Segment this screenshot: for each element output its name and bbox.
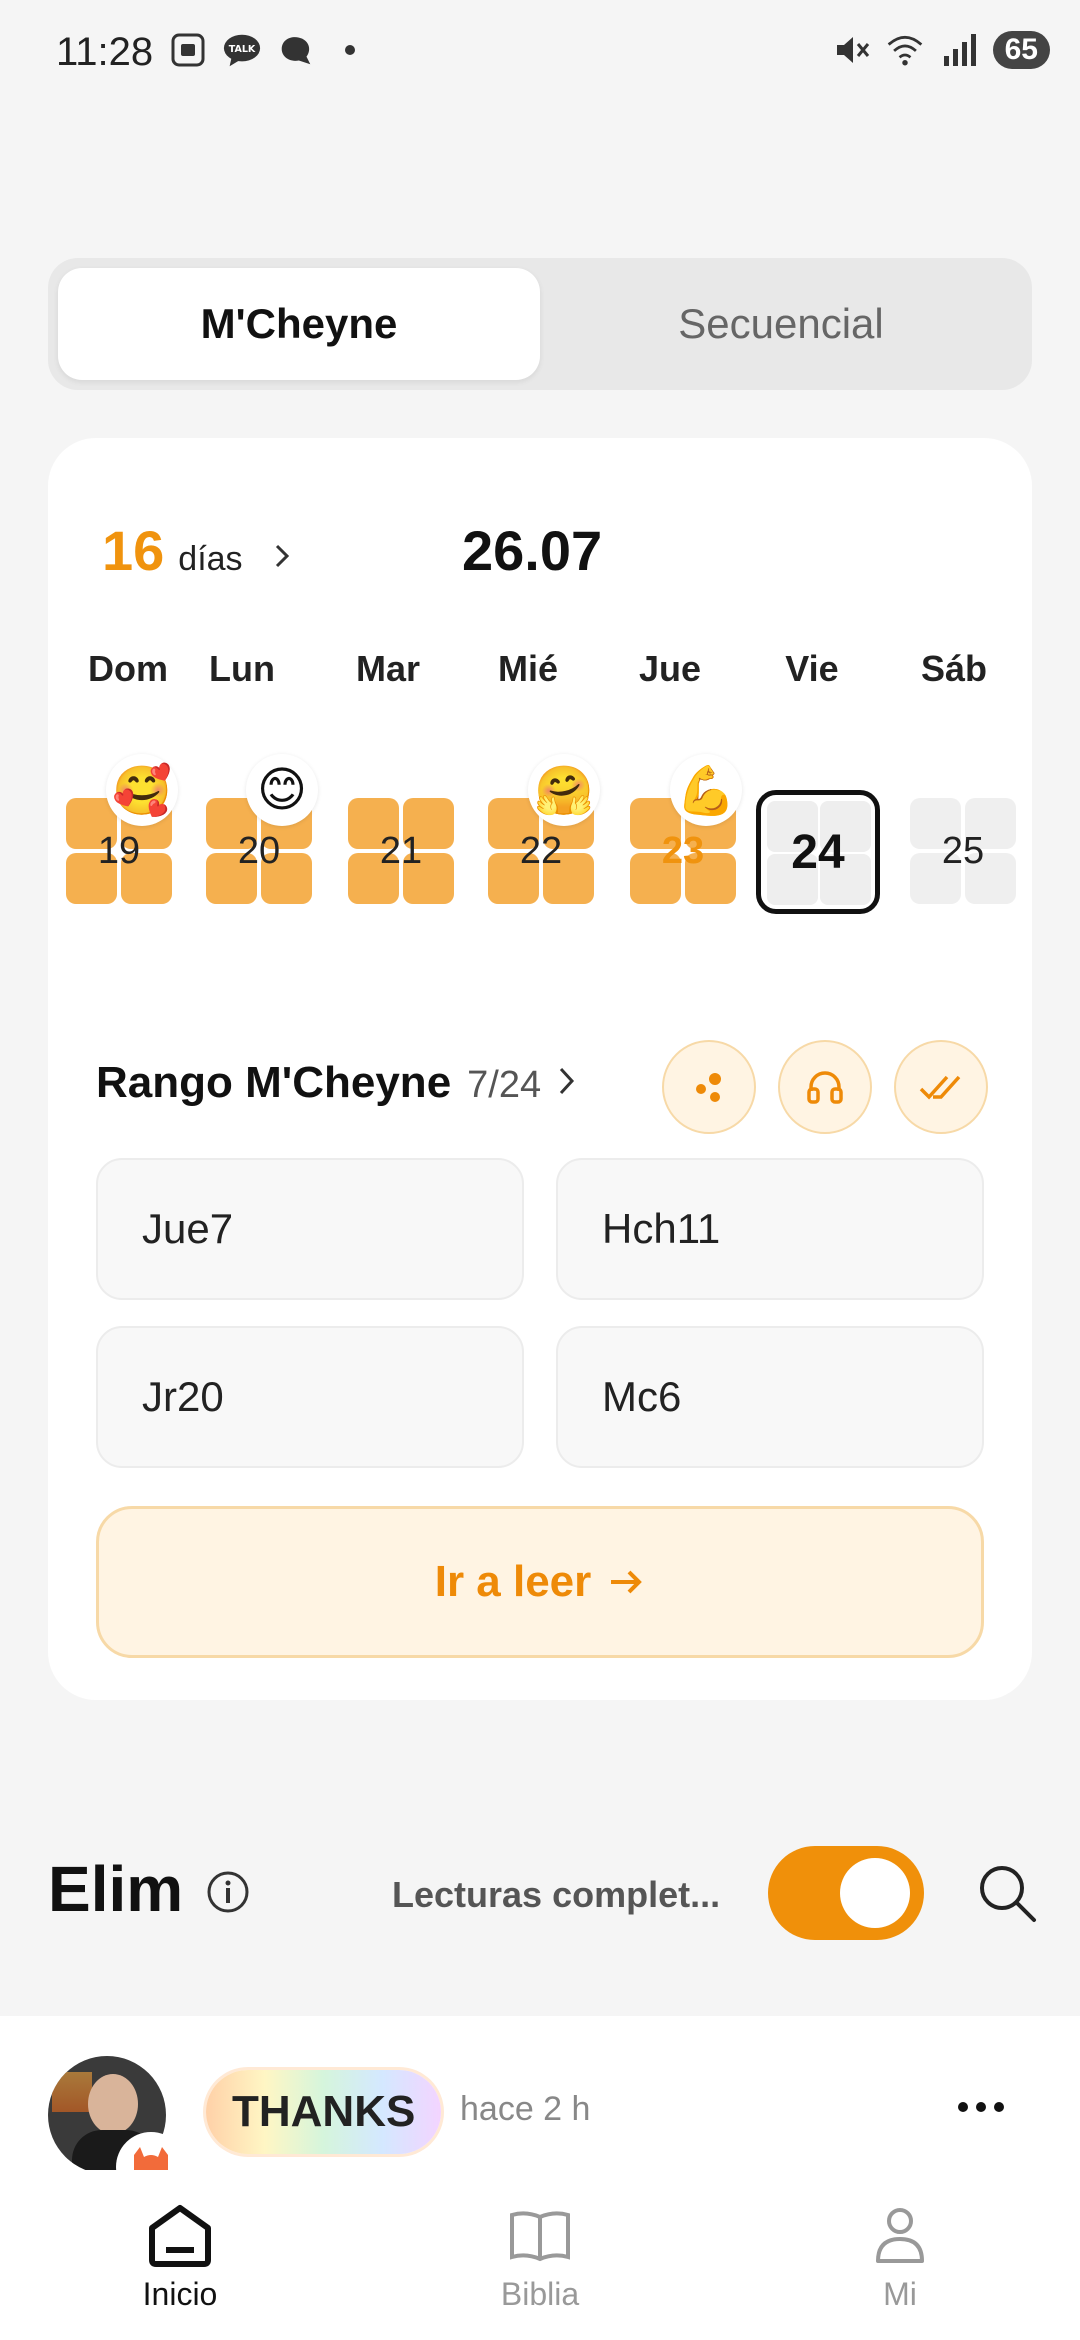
chevron-right-icon	[273, 540, 291, 579]
battery-indicator: 65	[992, 31, 1050, 69]
weekday-label: Vie	[785, 648, 839, 689]
arrow-right-icon	[611, 1570, 643, 1594]
streak-link[interactable]: 16 días	[102, 518, 291, 583]
nav-home[interactable]: Inicio	[80, 2170, 280, 2340]
dots-icon	[696, 1073, 721, 1102]
nav-me[interactable]: Mi	[800, 2170, 1000, 2340]
mark-read-button[interactable]	[894, 1040, 988, 1134]
streak-count: 16	[102, 519, 165, 582]
thanks-badge: THANKS	[206, 2070, 442, 2154]
chapter-item[interactable]: Mc6	[556, 1326, 984, 1468]
reading-plan-card: 16 días 26.07 Dom Lun Mar Mié Jue Vie Sá…	[48, 438, 1032, 1700]
wifi-icon	[885, 30, 925, 70]
search-icon[interactable]	[974, 1860, 1040, 1926]
range-title: Rango M'Cheyne	[96, 1058, 452, 1107]
double-check-icon	[919, 1075, 961, 1100]
day-number: 21	[379, 829, 423, 872]
calendar-day-today[interactable]: 24	[756, 790, 880, 914]
weekday-label: Jue	[638, 648, 702, 689]
reaction-emoji: 🥰	[106, 754, 178, 826]
calendar-day-21[interactable]: 21	[348, 798, 454, 904]
mute-icon	[831, 30, 871, 70]
nav-home-label: Inicio	[142, 2276, 218, 2312]
reaction-emoji: 🤗	[528, 754, 600, 826]
chapter-item[interactable]: Hch11	[556, 1158, 984, 1300]
home-icon	[140, 2200, 220, 2270]
book-icon	[500, 2200, 580, 2270]
completed-readings-toggle[interactable]	[768, 1846, 924, 1940]
calendar-day-19[interactable]: 19 🥰	[66, 754, 178, 904]
post-time: hace 2 h	[460, 2090, 591, 2128]
calendar-day-20[interactable]: 20 😊	[206, 754, 318, 904]
plan-segmented-control: M'Cheyne Secuencial	[48, 258, 1032, 390]
weekday-label: Mar	[355, 648, 421, 689]
audio-button[interactable]	[778, 1040, 872, 1134]
notification-icons: TALK	[168, 30, 370, 70]
clock: 11:28	[56, 30, 154, 74]
tab-mcheyne[interactable]: M'Cheyne	[58, 268, 540, 380]
talk-icon: TALK	[222, 30, 262, 70]
reaction-emoji: 😊	[246, 754, 318, 826]
chevron-right-icon	[557, 1062, 577, 1107]
feed-post: THANKS hace 2 h	[0, 2016, 1080, 2202]
more-options-icon[interactable]	[958, 2102, 1004, 2112]
nav-bible-label: Biblia	[500, 2276, 580, 2312]
weekday-label: Lun	[209, 648, 275, 689]
weekday-label: Dom	[88, 648, 168, 689]
calendar-day-25[interactable]: 25	[910, 798, 1016, 904]
chapter-item[interactable]: Jr20	[96, 1326, 524, 1468]
talk-label: TALK	[229, 44, 256, 55]
chat-bubble-icon	[276, 30, 316, 70]
weekday-header: Dom Lun Mar Mié Jue Vie Sáb	[48, 648, 1032, 708]
streak-unit: días	[178, 540, 243, 578]
chapter-item[interactable]: Jue7	[96, 1158, 524, 1300]
info-icon[interactable]	[206, 1870, 250, 1914]
go-read-label: Ir a leer	[434, 1557, 592, 1606]
share-button[interactable]	[662, 1040, 756, 1134]
signal-icon	[939, 30, 979, 70]
current-date: 26.07	[462, 519, 603, 582]
dot-icon	[330, 30, 370, 70]
group-name: Elim	[48, 1853, 184, 1925]
system-icons: 65	[831, 30, 1050, 70]
weekday-label: Mié	[497, 648, 558, 689]
go-read-button[interactable]: Ir a leer	[96, 1506, 984, 1658]
bottom-navigation: Inicio Biblia Mi	[0, 2170, 1080, 2340]
range-header[interactable]: Rango M'Cheyne 7/24	[96, 1058, 577, 1108]
headphones-icon	[807, 1071, 843, 1104]
day-number: 24	[791, 825, 845, 879]
tab-secuencial[interactable]: Secuencial	[540, 268, 1022, 380]
weekday-label: Sáb	[920, 648, 988, 689]
screenshot-icon	[168, 30, 208, 70]
completed-readings-label: Lecturas complet...	[392, 1874, 721, 1915]
status-bar: 11:28 TALK 65	[0, 0, 1080, 110]
person-icon	[860, 2200, 940, 2270]
range-count: 7/24	[467, 1064, 542, 1106]
nav-me-label: Mi	[883, 2276, 917, 2312]
calendar-day-22[interactable]: 22 🤗	[488, 754, 600, 904]
reaction-emoji: 💪	[670, 754, 742, 826]
day-number: 25	[941, 829, 985, 872]
nav-bible[interactable]: Biblia	[440, 2170, 640, 2340]
toggle-knob	[840, 1858, 910, 1928]
calendar-day-23[interactable]: 23 💪	[630, 754, 742, 904]
